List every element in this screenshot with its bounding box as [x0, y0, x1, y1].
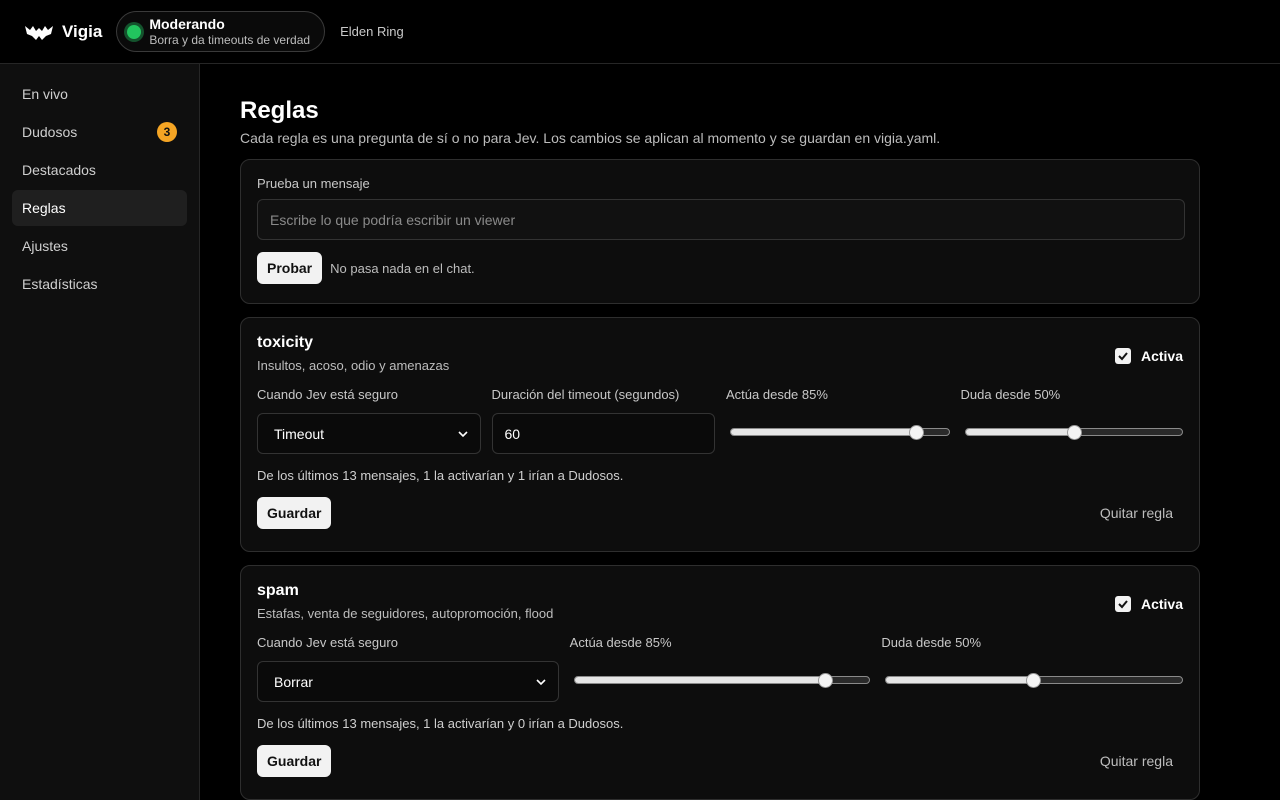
act-threshold-label: Actúa desde 85%: [569, 635, 672, 650]
sidebar-item-label: Estadísticas: [22, 276, 98, 292]
test-button[interactable]: Probar: [257, 252, 323, 284]
message-tester-card: Prueba un mensaje Probar No pasa nada en…: [240, 159, 1200, 304]
test-result: No pasa nada en el chat.: [330, 260, 475, 276]
sidebar-item-en-vivo[interactable]: En vivo: [12, 76, 187, 112]
brand[interactable]: Vigia: [24, 22, 102, 42]
doubt-threshold-label: Duda desde 50%: [960, 387, 1061, 402]
status-title: Moderando: [149, 15, 225, 32]
rule-name: toxicity: [257, 334, 314, 351]
action-select-value: Borrar: [274, 673, 313, 690]
page-title: Reglas: [240, 97, 319, 124]
sidebar-item-label: Dudosos: [22, 124, 78, 140]
action-label: Cuando Jev está seguro: [257, 635, 398, 650]
act-threshold-slider[interactable]: [570, 661, 871, 702]
remove-rule-button[interactable]: Quitar regla: [1100, 753, 1173, 769]
active-label: Activa: [1140, 348, 1183, 364]
checkbox-checked-icon[interactable]: [1114, 348, 1131, 364]
status-dot-icon: [127, 24, 142, 39]
chevron-down-icon: [457, 430, 468, 437]
sidebar-item-ajustes[interactable]: Ajustes: [12, 228, 187, 264]
sidebar-item-estadisticas[interactable]: Estadísticas: [12, 266, 187, 302]
duration-input[interactable]: 60: [491, 413, 715, 454]
status-subtitle: Borra y da timeouts de verdad: [149, 32, 311, 47]
doubt-threshold-label: Duda desde 50%: [881, 635, 982, 650]
rule-active-toggle[interactable]: Activa: [1114, 348, 1183, 364]
slider-thumb[interactable]: [817, 673, 833, 688]
action-select[interactable]: Timeout: [257, 413, 481, 454]
remove-rule-button[interactable]: Quitar regla: [1100, 505, 1173, 521]
doubt-threshold-slider[interactable]: [961, 413, 1183, 454]
act-threshold-slider[interactable]: [726, 413, 950, 454]
checkbox-checked-icon[interactable]: [1114, 596, 1131, 612]
page-description: Cada regla es una pregunta de sí o no pa…: [240, 130, 941, 146]
active-label: Activa: [1140, 596, 1183, 612]
rule-card-toxicity: toxicity Insultos, acoso, odio y amenaza…: [240, 317, 1200, 552]
sidebar-item-destacados[interactable]: Destacados: [12, 152, 187, 188]
save-button[interactable]: Guardar: [257, 745, 332, 777]
rule-description: Insultos, acoso, odio y amenazas: [257, 358, 450, 373]
rule-description: Estafas, venta de seguidores, autopromoc…: [257, 606, 554, 621]
tester-label: Prueba un mensaje: [257, 176, 370, 191]
moderation-status-pill[interactable]: Moderando Borra y da timeouts de verdad: [116, 11, 326, 52]
app-name: Vigia: [62, 21, 103, 41]
dudosos-count-badge: 3: [157, 122, 177, 142]
slider-thumb[interactable]: [1066, 425, 1082, 440]
sidebar-item-dudosos[interactable]: Dudosos 3: [12, 114, 187, 150]
rule-summary: De los últimos 13 mensajes, 1 la activar…: [257, 468, 624, 483]
doubt-threshold-slider[interactable]: [881, 661, 1184, 702]
top-bar: Vigia Moderando Borra y da timeouts de v…: [0, 0, 1280, 64]
action-label: Cuando Jev está seguro: [257, 387, 398, 402]
sidebar-item-label: Ajustes: [22, 238, 68, 254]
action-select[interactable]: Borrar: [257, 661, 559, 702]
rule-name: spam: [257, 582, 299, 599]
bat-icon: [25, 25, 53, 40]
slider-thumb[interactable]: [1026, 673, 1042, 688]
act-threshold-label: Actúa desde 85%: [726, 387, 828, 402]
test-message-input[interactable]: [257, 199, 1185, 240]
rule-card-spam: spam Estafas, venta de seguidores, autop…: [240, 565, 1200, 800]
duration-label: Duración del timeout (segundos): [491, 387, 680, 402]
rule-active-toggle[interactable]: Activa: [1114, 596, 1183, 612]
duration-value: 60: [504, 425, 521, 442]
sidebar-item-label: Destacados: [22, 162, 96, 178]
sidebar-item-label: Reglas: [22, 200, 66, 216]
sidebar: En vivo Dudosos 3 Destacados Reglas Ajus…: [0, 64, 200, 800]
save-button[interactable]: Guardar: [257, 497, 332, 529]
chevron-down-icon: [536, 678, 546, 685]
action-select-value: Timeout: [274, 425, 325, 442]
slider-thumb[interactable]: [909, 425, 924, 440]
main-content: Reglas Cada regla es una pregunta de sí …: [200, 64, 1280, 800]
rule-summary: De los últimos 13 mensajes, 1 la activar…: [257, 716, 624, 731]
sidebar-item-label: En vivo: [22, 86, 68, 102]
sidebar-item-reglas[interactable]: Reglas: [12, 190, 187, 226]
game-name: Elden Ring: [340, 24, 404, 39]
